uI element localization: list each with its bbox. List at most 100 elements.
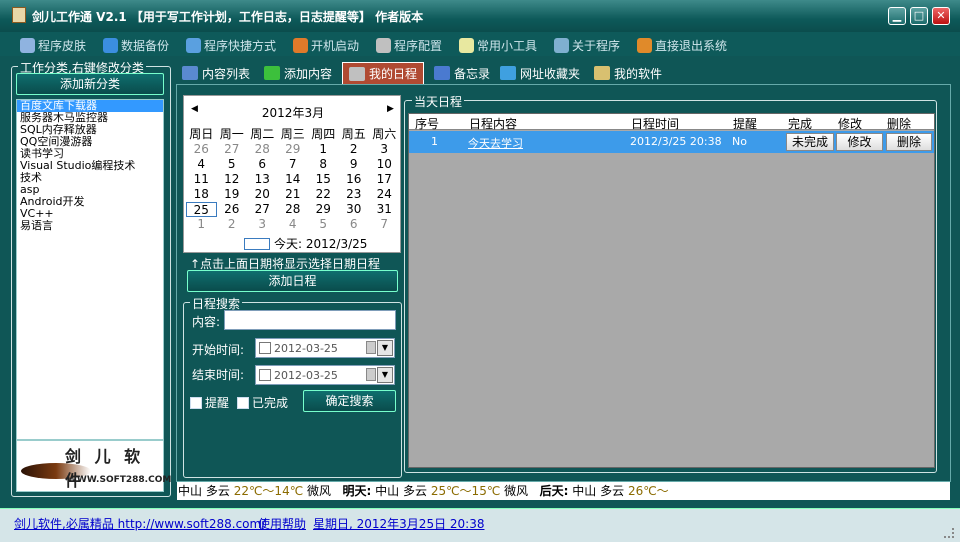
calendar-day[interactable]: 28 (278, 202, 309, 217)
menu-shortcut[interactable]: 程序快捷方式 (186, 36, 276, 54)
calendar-day[interactable]: 25 (186, 202, 217, 217)
column-header[interactable]: 日程内容 (469, 115, 517, 132)
calendar-day[interactable]: 26 (186, 142, 217, 157)
add-schedule-button[interactable]: 添加日程 (187, 270, 398, 292)
calendar-day[interactable]: 29 (308, 202, 339, 217)
calendar-day[interactable]: 11 (186, 172, 217, 187)
calendar-day[interactable]: 14 (278, 172, 309, 187)
column-header[interactable]: 日程时间 (631, 115, 679, 132)
datetime-link[interactable]: 星期日, 2012年3月25日 20:38 (313, 515, 484, 532)
calendar-day[interactable]: 20 (247, 187, 278, 202)
menu-startup[interactable]: 开机启动 (293, 36, 359, 54)
column-header[interactable]: 提醒 (733, 115, 757, 132)
category-item[interactable]: 易语言 (17, 220, 163, 232)
category-item[interactable]: Visual Studio编程技术 (17, 160, 163, 172)
next-month-button[interactable]: ▶ (387, 104, 394, 114)
calendar-day[interactable]: 22 (308, 187, 339, 202)
calendar-day[interactable]: 4 (278, 217, 309, 232)
minimize-button[interactable]: ▁ (888, 7, 906, 25)
calendar-day[interactable]: 16 (339, 172, 370, 187)
calendar-day[interactable]: 29 (278, 142, 309, 157)
mark-done-button[interactable]: 未完成 (786, 133, 834, 151)
tab-my-schedule[interactable]: 我的日程 (342, 62, 425, 84)
search-button[interactable]: 确定搜索 (303, 390, 396, 412)
calendar-day[interactable]: 3 (247, 217, 278, 232)
menu-about[interactable]: 关于程序 (554, 36, 620, 54)
chevron-down-icon[interactable]: ▼ (377, 340, 393, 356)
chevron-down-icon[interactable]: ▼ (377, 367, 393, 383)
tab-my-software[interactable]: 我的软件 (588, 62, 669, 84)
tab-add-content[interactable]: 添加内容 (258, 62, 339, 84)
calendar-day[interactable]: 7 (278, 157, 309, 172)
calendar-day[interactable]: 13 (247, 172, 278, 187)
start-date-picker[interactable]: 2012-03-25 ▼ (255, 338, 395, 358)
calendar-day[interactable]: 28 (247, 142, 278, 157)
category-item[interactable]: QQ空间漫游器 (17, 136, 163, 148)
calendar-day[interactable]: 3 (369, 142, 400, 157)
category-item[interactable]: Android开发 (17, 196, 163, 208)
category-item[interactable]: SQL内存释放器 (17, 124, 163, 136)
calendar-day[interactable]: 5 (308, 217, 339, 232)
calendar-day[interactable]: 18 (186, 187, 217, 202)
done-checkbox[interactable]: 已完成 (237, 394, 288, 411)
category-item[interactable]: 服务器木马监控器 (17, 112, 163, 124)
calendar-day[interactable]: 7 (369, 217, 400, 232)
category-list[interactable]: 百度文库下载器 服务器木马监控器 SQL内存释放器 QQ空间漫游器 读书学习 Visual… (16, 99, 164, 440)
calendar-day[interactable]: 12 (217, 172, 248, 187)
calendar-day[interactable]: 1 (308, 142, 339, 157)
content-search-input[interactable] (224, 310, 396, 330)
row-content[interactable]: 今天去学习 (468, 135, 523, 151)
category-item[interactable]: VC++ (17, 208, 163, 220)
help-link[interactable]: 使用帮助 (258, 515, 306, 532)
calendar-day[interactable]: 30 (339, 202, 370, 217)
tab-memo[interactable]: 备忘录 (428, 62, 497, 84)
calendar-day[interactable]: 1 (186, 217, 217, 232)
menu-config[interactable]: 程序配置 (376, 36, 442, 54)
column-header[interactable]: 删除 (887, 115, 911, 132)
remind-checkbox-box[interactable] (190, 396, 202, 409)
tab-content-list[interactable]: 内容列表 (176, 62, 257, 84)
maximize-button[interactable]: □ (910, 7, 928, 25)
menu-exit[interactable]: 直接退出系统 (637, 36, 727, 54)
close-button[interactable]: ✕ (932, 7, 950, 25)
calendar-day[interactable]: 17 (369, 172, 400, 187)
calendar-day[interactable]: 6 (247, 157, 278, 172)
calendar-day[interactable]: 9 (339, 157, 370, 172)
done-checkbox-box[interactable] (237, 396, 249, 409)
calendar-day[interactable]: 21 (278, 187, 309, 202)
end-date-checkbox[interactable] (259, 369, 271, 381)
calendar-day[interactable]: 26 (217, 202, 248, 217)
calendar-day[interactable]: 2 (339, 142, 370, 157)
calendar-day[interactable]: 2 (217, 217, 248, 232)
calendar-day[interactable]: 8 (308, 157, 339, 172)
delete-button[interactable]: 删除 (886, 133, 932, 151)
resize-grip-icon[interactable] (944, 528, 954, 538)
menu-backup[interactable]: 数据备份 (103, 36, 169, 54)
category-item[interactable]: 读书学习 (17, 148, 163, 160)
calendar-day[interactable]: 5 (217, 157, 248, 172)
calendar-day[interactable]: 23 (339, 187, 370, 202)
calendar-day[interactable]: 24 (369, 187, 400, 202)
calendar-day[interactable]: 27 (247, 202, 278, 217)
edit-button[interactable]: 修改 (836, 133, 883, 151)
calendar-day[interactable]: 27 (217, 142, 248, 157)
calendar-day[interactable]: 15 (308, 172, 339, 187)
column-header[interactable]: 修改 (838, 115, 862, 132)
calendar-day[interactable]: 10 (369, 157, 400, 172)
column-header[interactable]: 完成 (788, 115, 812, 132)
end-date-picker[interactable]: 2012-03-25 ▼ (255, 365, 395, 385)
website-link[interactable]: 剑儿软件,必属精品 http://www.soft288.com/ (14, 515, 265, 532)
start-date-checkbox[interactable] (259, 342, 271, 354)
menu-tools[interactable]: 常用小工具 (459, 36, 537, 54)
calendar-day[interactable]: 31 (369, 202, 400, 217)
add-category-button[interactable]: 添加新分类 (16, 73, 164, 95)
category-item[interactable]: 百度文库下载器 (17, 100, 163, 112)
category-item[interactable]: asp (17, 184, 163, 196)
calendar-day[interactable]: 6 (339, 217, 370, 232)
category-item[interactable]: 技术 (17, 172, 163, 184)
remind-checkbox[interactable]: 提醒 (190, 394, 229, 411)
menu-skin[interactable]: 程序皮肤 (20, 36, 86, 54)
tab-bookmarks[interactable]: 网址收藏夹 (494, 62, 587, 84)
table-row[interactable]: 1 今天去学习 2012/3/25 20:38 No 未完成 修改 删除 (409, 131, 934, 153)
column-header[interactable]: 序号 (415, 115, 439, 132)
